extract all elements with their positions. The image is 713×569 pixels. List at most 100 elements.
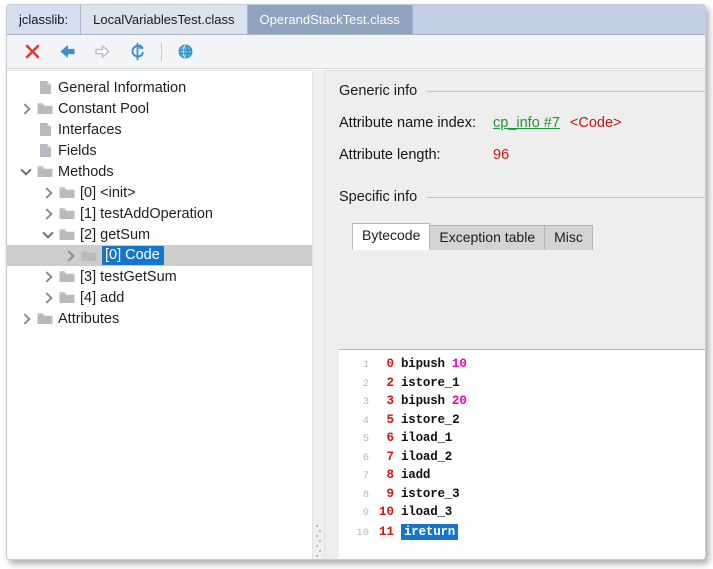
- close-icon: [25, 44, 39, 59]
- cp-info-link[interactable]: cp_info #7: [493, 115, 560, 131]
- attribute-name-index-label: Attribute name index:: [339, 115, 477, 131]
- tab-bytecode[interactable]: Bytecode: [352, 223, 431, 250]
- tree-row-label: [0] <init>: [80, 184, 136, 201]
- chevron-down-icon[interactable]: [17, 169, 35, 174]
- folder-icon: [35, 312, 55, 325]
- bytecode-offset: 3: [386, 394, 394, 408]
- chevron-down-icon[interactable]: [39, 232, 57, 237]
- back-button[interactable]: [52, 39, 82, 65]
- tree-row-label: Methods: [58, 163, 114, 180]
- toolbar: [7, 35, 705, 69]
- bytecode-line[interactable]: 7 8 iadd: [339, 468, 705, 487]
- bytecode-mnemonic[interactable]: iload_2: [401, 450, 452, 464]
- generic-info-header: Generic info: [325, 83, 705, 99]
- tree-row[interactable]: [2] getSum: [7, 224, 312, 245]
- bytecode-line[interactable]: 10 11 ireturn: [339, 523, 705, 543]
- bytecode-offset: 7: [386, 449, 394, 464]
- tree-row[interactable]: [3] testGetSum: [7, 266, 312, 287]
- bytecode-mnemonic[interactable]: istore_2: [401, 413, 460, 427]
- bytecode-line[interactable]: 3 3 bipush 20: [339, 394, 705, 413]
- reload-button[interactable]: [122, 39, 152, 65]
- tree-row[interactable]: [0] Code: [7, 245, 312, 266]
- bytecode-line-number: 3: [362, 396, 369, 408]
- tab-brand: jclasslib:: [7, 5, 82, 34]
- page-icon: [35, 143, 55, 158]
- bytecode-mnemonic[interactable]: iload_3: [401, 505, 452, 519]
- bytecode-line-number: 9: [362, 507, 369, 519]
- class-tree[interactable]: General Information Constant Pool Interfac…: [7, 71, 312, 329]
- forward-button[interactable]: [87, 39, 117, 65]
- tree-row[interactable]: [0] <init>: [7, 182, 312, 203]
- bytecode-offset: 6: [386, 431, 394, 445]
- folder-icon: [35, 102, 55, 115]
- chevron-right-icon[interactable]: [39, 189, 57, 197]
- chevron-right-icon[interactable]: [39, 210, 57, 218]
- tree-row[interactable]: Attributes: [7, 308, 312, 329]
- bytecode-line[interactable]: 4 5 istore_2: [339, 413, 705, 432]
- generic-info-title: Generic info: [339, 83, 418, 99]
- bytecode-operand: 20: [451, 394, 467, 408]
- bytecode-line-number: 2: [362, 377, 369, 390]
- chevron-right-icon[interactable]: [17, 105, 35, 113]
- bytecode-mnemonic[interactable]: istore_3: [401, 487, 460, 501]
- tree-row[interactable]: Fields: [7, 140, 312, 161]
- bytecode-line-number: 5: [362, 433, 369, 445]
- bytecode-line[interactable]: 6 7 iload_2: [339, 450, 705, 469]
- tab-exception-table[interactable]: Exception table: [429, 225, 546, 250]
- chevron-right-icon[interactable]: [39, 273, 57, 281]
- folder-icon: [57, 207, 77, 220]
- bytecode-line[interactable]: 2 2 istore_1: [339, 376, 705, 395]
- bytecode-mnemonic[interactable]: bipush: [401, 357, 445, 371]
- bytecode-line-number: 6: [362, 451, 369, 464]
- specific-info-header: Specific info: [325, 189, 705, 205]
- tab-misc[interactable]: Misc: [544, 225, 593, 250]
- chevron-right-icon[interactable]: [17, 315, 35, 323]
- chevron-right-icon[interactable]: [61, 252, 79, 260]
- folder-icon: [57, 228, 77, 241]
- bytecode-offset: 5: [386, 412, 394, 427]
- close-button[interactable]: [17, 39, 47, 65]
- tab-bar-filler: [412, 5, 705, 34]
- bytecode-offset: 9: [386, 486, 394, 501]
- bytecode-line-number: 7: [362, 470, 369, 482]
- bytecode-line[interactable]: 1 0 bipush 10: [339, 357, 705, 376]
- bytecode-line[interactable]: 5 6 iload_1: [339, 431, 705, 450]
- tree-row[interactable]: [1] testAddOperation: [7, 203, 312, 224]
- tree-row-label: General Information: [58, 79, 187, 96]
- bytecode-mnemonic[interactable]: ireturn: [401, 523, 459, 540]
- tab-localvariablestest[interactable]: LocalVariablesTest.class: [81, 5, 248, 34]
- bytecode-mnemonic[interactable]: istore_1: [401, 376, 460, 390]
- bytecode-line[interactable]: 8 9 istore_3: [339, 487, 705, 506]
- split-grip-icon[interactable]: [316, 525, 321, 557]
- bytecode-operand: 10: [451, 357, 467, 371]
- tree-row[interactable]: General Information: [7, 77, 312, 98]
- class-tree-panel[interactable]: General Information Constant Pool Interfac…: [7, 70, 312, 559]
- tree-row[interactable]: Methods: [7, 161, 312, 182]
- bytecode-line-number: 8: [362, 488, 369, 501]
- tree-row-label: Fields: [58, 142, 97, 159]
- tree-row-label: [2] getSum: [80, 226, 151, 243]
- chevron-right-icon[interactable]: [39, 294, 57, 302]
- bytecode-offset: 2: [386, 375, 394, 390]
- bytecode-mnemonic[interactable]: iadd: [401, 468, 430, 482]
- tree-row[interactable]: Constant Pool: [7, 98, 312, 119]
- bytecode-line-number: 10: [356, 526, 369, 539]
- tree-row-label: Attributes: [58, 310, 120, 327]
- bytecode-mnemonic[interactable]: bipush: [401, 394, 445, 408]
- bytecode-listing[interactable]: 1 0 bipush 10 2 2 istore_1 3 3 bipush 20 4 5 istore_2…: [339, 349, 705, 559]
- detail-tab-bar: Bytecode Exception table Misc: [325, 223, 705, 250]
- folder-icon: [35, 165, 55, 178]
- folder-icon: [57, 270, 77, 283]
- tab-operandstacktest[interactable]: OperandStackTest.class: [247, 5, 413, 34]
- browse-button[interactable]: [170, 39, 200, 65]
- detail-panel: Generic info Attribute name index: cp_in…: [325, 70, 705, 559]
- attribute-length-label: Attribute length:: [339, 147, 441, 163]
- back-arrow-icon: [60, 45, 74, 58]
- attribute-name-index-value: <Code>: [569, 115, 622, 131]
- split-divider[interactable]: [312, 70, 325, 559]
- tree-row[interactable]: Interfaces: [7, 119, 312, 140]
- attribute-length-row: Attribute length: 96: [325, 147, 705, 163]
- bytecode-line[interactable]: 9 10 iload_3: [339, 505, 705, 524]
- tree-row[interactable]: [4] add: [7, 287, 312, 308]
- bytecode-mnemonic[interactable]: iload_1: [401, 431, 452, 445]
